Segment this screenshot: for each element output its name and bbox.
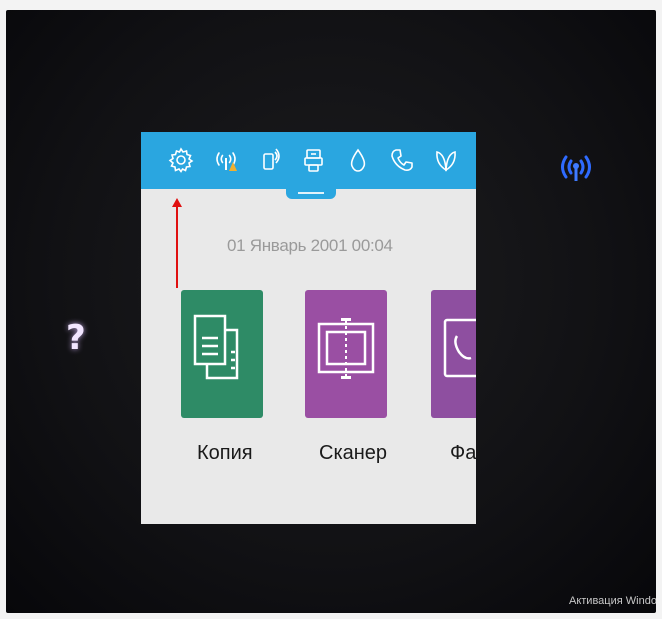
web-services-icon[interactable] — [300, 146, 328, 174]
scanner-icon — [317, 318, 375, 379]
annotation-arrow-head — [172, 198, 182, 207]
leaf-icon[interactable] — [432, 146, 460, 174]
ink-drop-icon[interactable] — [344, 146, 372, 174]
date-time-display: 01 Январь 2001 00:04 — [227, 236, 393, 255]
wireless-signal-icon[interactable] — [212, 146, 240, 174]
dashboard-pull-tab[interactable] — [286, 189, 336, 199]
scanner-tile[interactable] — [305, 290, 387, 418]
copy-icon — [193, 314, 239, 380]
printer-touchscreen: 01 Январь 2001 00:04 Копия Сканер Фа — [141, 132, 476, 524]
annotation-arrow — [176, 202, 178, 288]
wireless-led-icon — [561, 155, 591, 181]
copy-tile-label: Копия — [197, 442, 253, 464]
gear-icon[interactable] — [167, 146, 195, 174]
scanner-tile-label: Сканер — [319, 442, 388, 464]
windows-activation-watermark: Активация Windo — [569, 595, 656, 607]
phone-icon[interactable] — [388, 146, 416, 174]
status-bar[interactable] — [141, 132, 476, 189]
help-icon[interactable]: ? — [66, 318, 86, 358]
copy-tile[interactable] — [181, 290, 263, 418]
fax-tile[interactable] — [431, 290, 476, 418]
fax-icon — [443, 318, 476, 378]
wifi-direct-icon[interactable] — [256, 146, 284, 174]
fax-tile-label: Фа — [450, 442, 476, 464]
